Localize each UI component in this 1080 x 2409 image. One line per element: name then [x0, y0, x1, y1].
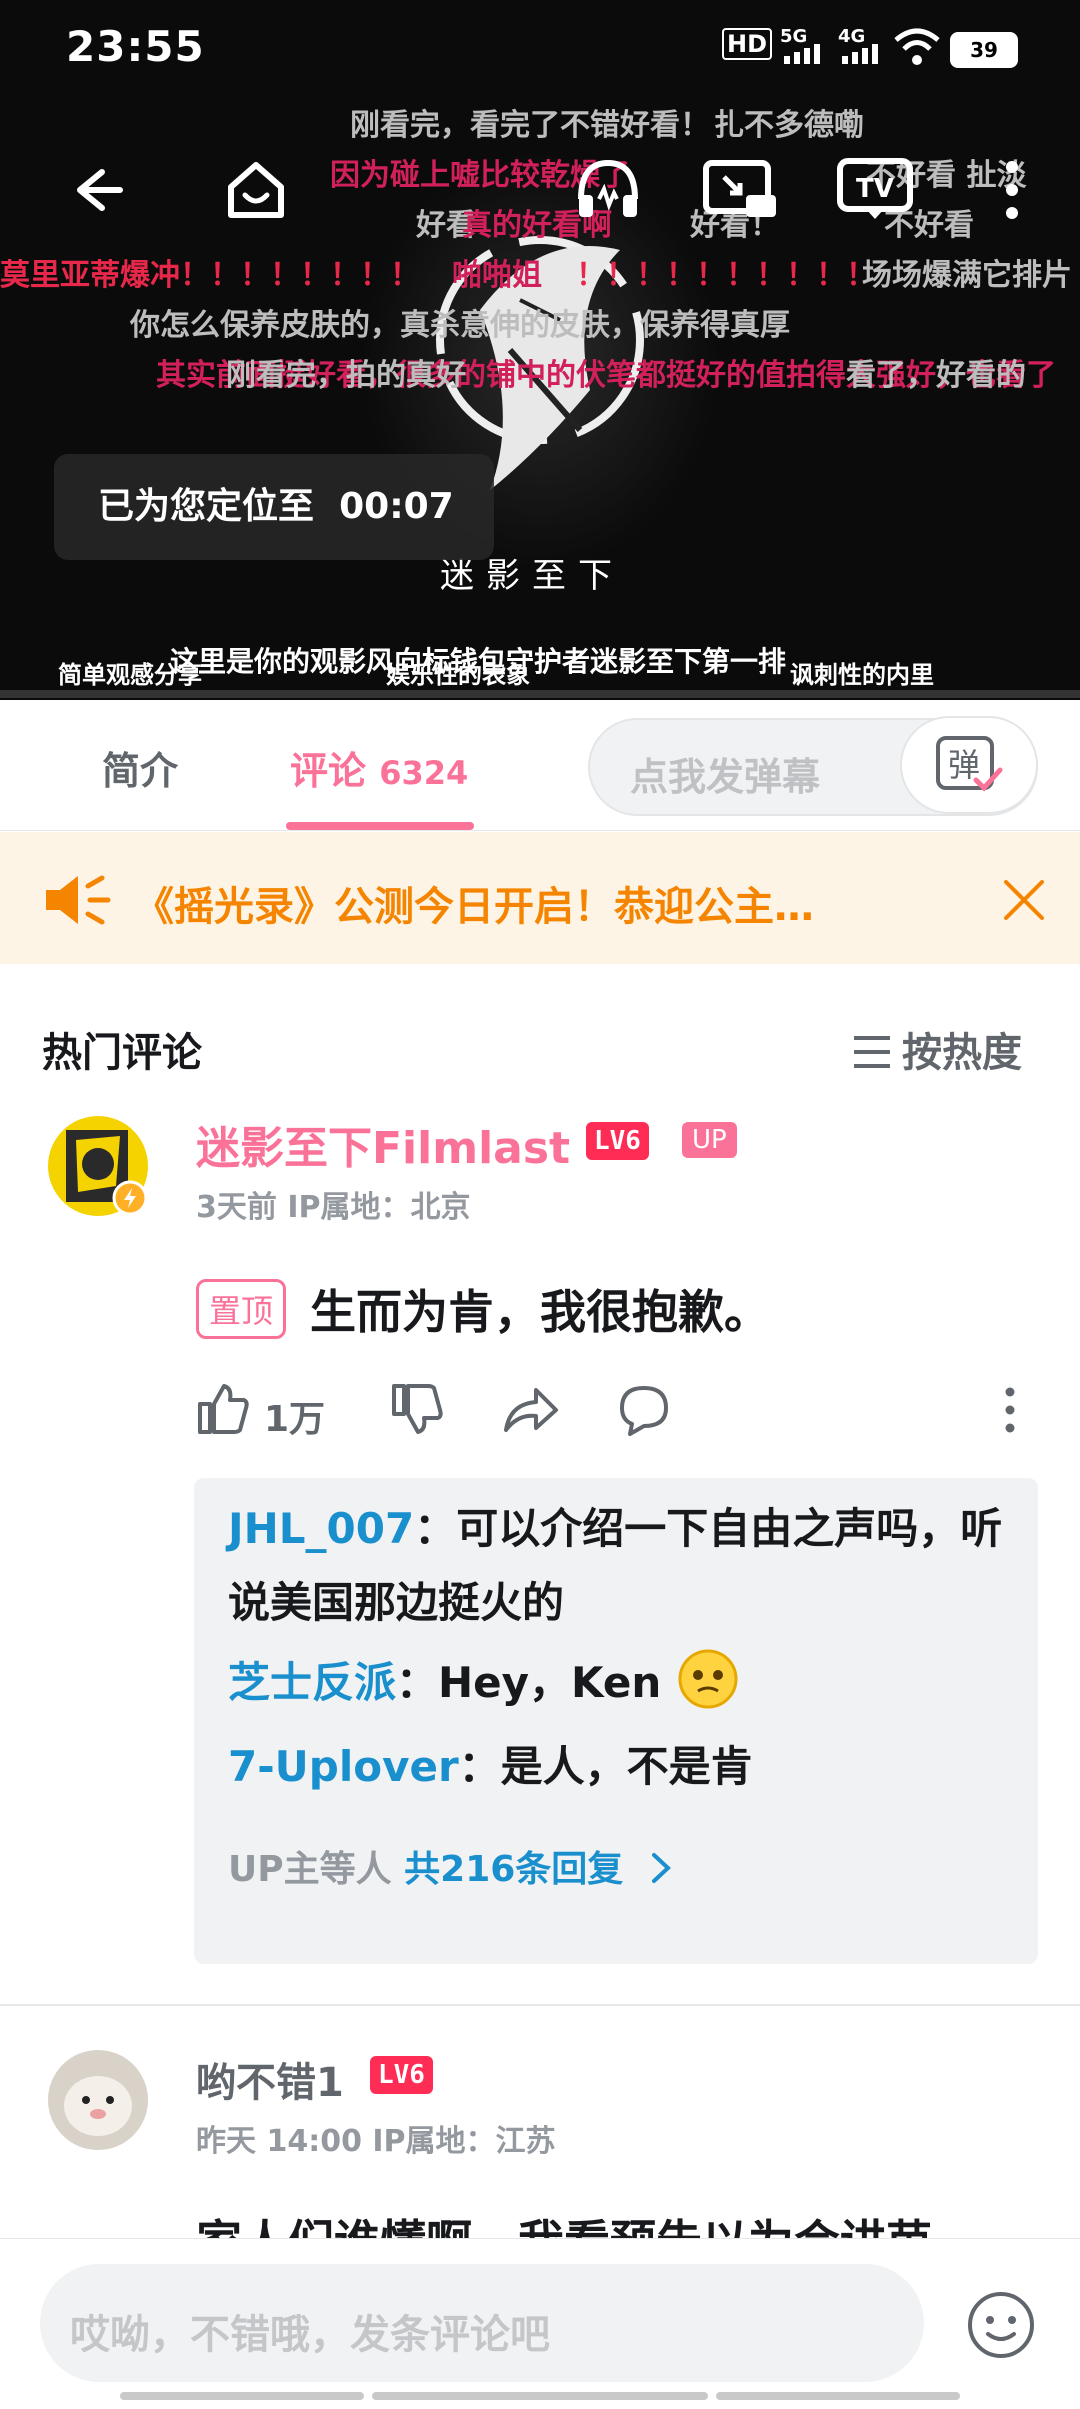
danmaku: 场场爆满它排片: [862, 258, 1072, 293]
emoji-icon[interactable]: [966, 2290, 1036, 2360]
headphones-icon: [578, 159, 638, 217]
sort-label: 按热度: [902, 1030, 1022, 1076]
tv-button[interactable]: TV: [836, 150, 916, 230]
signal-icon: [784, 44, 820, 64]
like-count: 1万: [264, 1399, 326, 1440]
reply-summary-count: 共216条回复: [404, 1849, 624, 1890]
nav-gesture-bar: [716, 2392, 960, 2400]
resume-position-toast: 已为您定位至 00:07: [54, 454, 494, 560]
reply-summary-prefix: UP主等人: [228, 1849, 405, 1890]
danmaku: 扎不多德嘞: [714, 108, 864, 143]
home-face-icon: [228, 162, 284, 218]
comment-meta: 昨天 14:00 IP属地：江苏: [196, 2124, 556, 2159]
danmaku: 刚看完，看完了不错好看！: [350, 108, 710, 143]
chevron-right-icon: [651, 1853, 671, 1883]
comment-content: 置顶 生而为肯，我很抱歉。: [196, 1276, 770, 1342]
dislike-icon[interactable]: [388, 1382, 444, 1438]
tab-intro[interactable]: 简介: [102, 740, 178, 795]
more-button[interactable]: [972, 150, 1052, 230]
emoji-sticker-icon: [678, 1649, 738, 1709]
speaker-icon: [46, 875, 111, 925]
wifi-icon: [894, 28, 940, 65]
announcement-banner[interactable]: 《摇光录》公测今日开启！恭迎公主…: [0, 832, 1080, 964]
danmaku: 啪啪姐: [452, 258, 542, 293]
close-icon[interactable]: [1002, 878, 1046, 922]
danmaku: 莫里亚蒂爆冲！！！！！！！！: [0, 258, 420, 293]
level-badge: LV6: [586, 1122, 649, 1160]
reply-text: ：是人，不是肯: [458, 1742, 753, 1791]
resume-label: 已为您定位至: [98, 486, 315, 527]
reply-text: ：Hey，Ken: [396, 1658, 662, 1707]
subtitle-text: 讽刺性的内里: [790, 661, 934, 689]
battery-indicator: 39: [950, 32, 1018, 68]
danmaku-icon: 弹: [936, 736, 1003, 792]
danmaku: 看了，好看的: [846, 358, 1026, 393]
up-badge: UP: [682, 1122, 737, 1158]
more-vertical-icon[interactable]: [998, 1386, 1022, 1434]
nav-gesture-bar: [120, 2392, 364, 2400]
status-bar: 23:55 HD 5G 4G 39: [0, 0, 1080, 95]
listen-button[interactable]: [568, 150, 648, 230]
active-tab-indicator: [286, 822, 474, 830]
reply-item[interactable]: 芝士反派：Hey，Ken: [228, 1646, 1008, 1720]
announcement-text: 《摇光录》公测今日开启！恭迎公主…: [134, 884, 814, 930]
reply-username[interactable]: 芝士反派: [228, 1658, 396, 1707]
subtitle-text: 这里是你的观影风向标钱包守护者迷影至下第一排: [170, 645, 787, 678]
comment-meta: 3天前 IP属地：北京: [196, 1190, 471, 1225]
svg-text:TV: TV: [856, 174, 894, 204]
danmaku: ！！！！！！！！！！: [576, 258, 876, 293]
comment-text: 生而为肯，我很抱歉。: [310, 1285, 771, 1339]
danmaku-toggle-button[interactable]: 弹: [900, 716, 1038, 814]
comment-username[interactable]: 哟不错1: [196, 2050, 344, 2108]
level-badge: LV6: [370, 2056, 433, 2094]
pinned-badge: 置顶: [196, 1279, 287, 1339]
avatar-image: [64, 2076, 132, 2136]
share-icon[interactable]: [500, 1382, 560, 1438]
home-button[interactable]: [216, 150, 296, 230]
like-icon[interactable]: [194, 1380, 250, 1436]
comment-placeholder: 哎呦，不错哦，发条评论吧: [70, 2312, 550, 2358]
comment-input[interactable]: 哎呦，不错哦，发条评论吧: [40, 2264, 924, 2382]
comment-count: 6324: [379, 754, 469, 792]
back-button[interactable]: [54, 150, 134, 230]
comment-divider: [0, 2004, 1080, 2006]
tv-icon: TV: [837, 158, 913, 219]
more-vertical-icon: [1006, 161, 1018, 219]
sort-button[interactable]: 按热度: [852, 1020, 1022, 1078]
tab-comments-label: 评论: [290, 749, 367, 793]
avatar[interactable]: [48, 2050, 148, 2150]
reply-item[interactable]: 7-Uplover：是人，不是肯: [228, 1730, 1008, 1804]
reply-username[interactable]: JHL_007: [228, 1504, 414, 1553]
view-all-replies-link[interactable]: UP主等人 共216条回复: [228, 1840, 676, 1892]
hd-indicator: HD: [722, 28, 773, 60]
reply-username[interactable]: 7-Uplover: [228, 1742, 459, 1791]
danmaku-placeholder: 点我发弹幕: [630, 755, 821, 799]
signal-icon: [842, 44, 878, 64]
replies-preview[interactable]: JHL_007：可以介绍一下自由之声吗，听说美国那边挺火的 芝士反派：Hey，K…: [194, 1478, 1038, 1964]
video-player[interactable]: 刚看完，看完了不错好看！ 扎不多德嘞 因为碰上嘘比较乾燥了 不好看 扯淡 好看 …: [0, 0, 1080, 700]
nav-gesture-bar: [372, 2392, 708, 2400]
reply-item[interactable]: JHL_007：可以介绍一下自由之声吗，听说美国那边挺火的: [228, 1492, 1008, 1640]
back-arrow-icon: [77, 169, 123, 211]
comment-username[interactable]: 迷影至下Filmlast: [196, 1112, 570, 1176]
cast-icon: [703, 160, 776, 217]
cast-button[interactable]: [700, 150, 780, 230]
resume-time: 00:07: [339, 486, 454, 527]
danmaku: 你怎么保养皮肤的，真杀意伸的皮肤，保养得真厚: [130, 308, 790, 343]
video-progress-bar[interactable]: [0, 690, 1080, 698]
tab-comments[interactable]: 评论 6324: [290, 740, 468, 795]
danmaku: 刚看完，拍的真好: [226, 358, 466, 393]
reply-icon[interactable]: [614, 1382, 674, 1438]
hot-comments-title: 热门评论: [42, 1030, 202, 1076]
list-icon: [854, 1036, 890, 1068]
status-time: 23:55: [66, 22, 205, 71]
verified-badge-icon: [112, 1180, 148, 1216]
